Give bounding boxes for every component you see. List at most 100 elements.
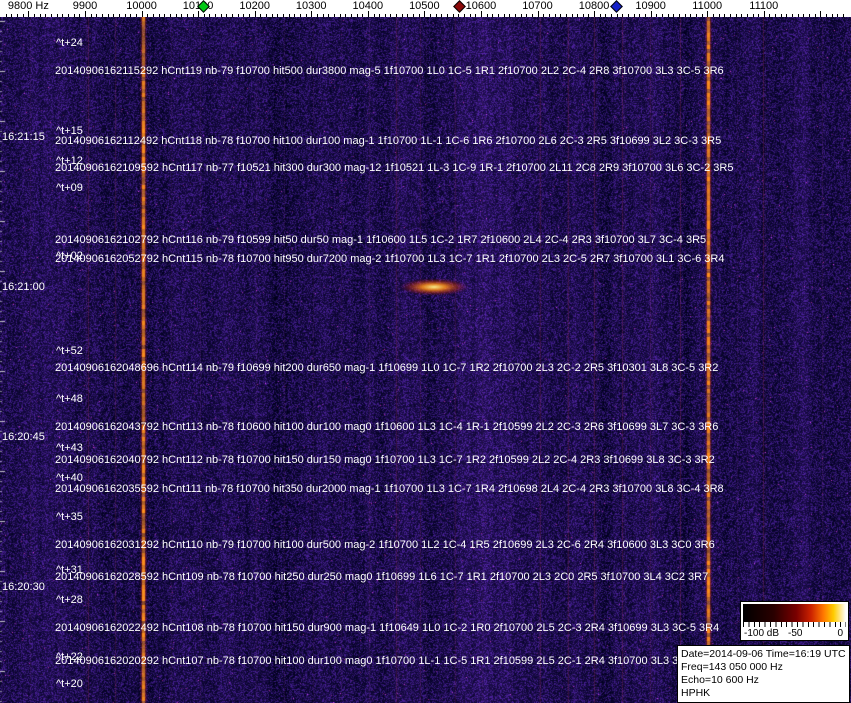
freq-axis-tick: [164, 14, 165, 17]
freq-axis-tick: [487, 14, 488, 17]
freq-axis-tick: [221, 14, 222, 17]
freq-axis-tick: [62, 14, 63, 17]
freq-axis-tick: [396, 14, 397, 17]
freq-axis-tick: [85, 11, 86, 17]
freq-axis-tick: [526, 14, 527, 17]
freq-axis-tick: [57, 14, 58, 17]
freq-axis-tick: [594, 11, 595, 17]
freq-axis-tick: [317, 14, 318, 17]
freq-axis-tick: [639, 14, 640, 17]
freq-axis-tick: [504, 14, 505, 17]
freq-axis-tick: [351, 14, 352, 17]
freq-axis-tick: [226, 14, 227, 17]
color-scale-min-label: -100 dB: [744, 628, 780, 639]
freq-axis-tick: [470, 14, 471, 17]
freq-axis-tick: [283, 14, 284, 17]
freq-axis-tick: [645, 14, 646, 17]
spectrogram-canvas: [0, 17, 851, 703]
freq-axis-tick: [368, 11, 369, 17]
freq-axis-tick: [306, 14, 307, 17]
freq-axis-tick: [538, 11, 539, 17]
freq-axis-tick: [566, 14, 567, 17]
blue-diamond-marker[interactable]: [609, 0, 623, 13]
freq-axis-tick: [402, 14, 403, 17]
freq-axis-tick: [492, 14, 493, 17]
freq-axis-tick: [696, 14, 697, 17]
freq-axis-tick: [147, 14, 148, 17]
freq-axis-tick: [826, 14, 827, 17]
freq-axis-tick: [142, 11, 143, 17]
freq-axis-tick: [198, 11, 199, 17]
freq-axis-tick: [345, 14, 346, 17]
freq-axis-tick: [130, 14, 131, 17]
freq-axis-tick: [843, 14, 844, 17]
freq-axis-tick: [232, 14, 233, 17]
status-info-box: Date=2014-09-06 Time=16:19 UTC Freq=143 …: [677, 645, 850, 703]
freq-axis-tick: [28, 11, 29, 17]
freq-axis-tick: [588, 14, 589, 17]
freq-axis-tick: [91, 14, 92, 17]
color-scale-gradient: [743, 604, 846, 622]
freq-axis-tick: [668, 14, 669, 17]
freq-axis-tick: [600, 14, 601, 17]
freq-axis-tick: [628, 14, 629, 17]
freq-axis-tick: [277, 14, 278, 17]
freq-axis-tick: [662, 14, 663, 17]
freq-axis-tick: [753, 14, 754, 17]
freq-axis-tick: [509, 14, 510, 17]
freq-axis-tick: [685, 14, 686, 17]
freq-axis-tick: [577, 14, 578, 17]
freq-axis-tick: [786, 14, 787, 17]
freq-axis-tick: [724, 14, 725, 17]
freq-axis-tick: [775, 14, 776, 17]
freq-axis-tick: [622, 14, 623, 17]
freq-axis-tick: [690, 14, 691, 17]
freq-axis-tick: [673, 14, 674, 17]
freq-axis-tick: [255, 11, 256, 17]
freq-axis-tick: [769, 14, 770, 17]
freq-axis-tick: [430, 14, 431, 17]
freq-axis-tick: [809, 14, 810, 17]
frequency-axis: 9800 Hz990010000101001020010300104001050…: [0, 0, 851, 17]
freq-axis-tick: [464, 14, 465, 17]
freq-axis-tick: [719, 14, 720, 17]
freq-axis-tick: [543, 14, 544, 17]
freq-axis-tick: [407, 14, 408, 17]
freq-axis-tick: [385, 14, 386, 17]
freq-axis-tick: [656, 14, 657, 17]
red-diamond-marker[interactable]: [452, 0, 466, 13]
freq-axis-tick: [11, 14, 12, 17]
freq-axis-tick: [334, 14, 335, 17]
info-echo-frequency: Echo=10 600 Hz: [681, 674, 759, 686]
freq-axis-tick: [764, 11, 765, 17]
freq-axis-tick: [136, 14, 137, 17]
freq-axis-tick: [153, 14, 154, 17]
freq-axis-tick: [424, 11, 425, 17]
freq-axis-tick: [634, 14, 635, 17]
freq-axis-tick: [736, 14, 737, 17]
freq-axis-tick: [79, 14, 80, 17]
freq-axis-tick: [238, 14, 239, 17]
freq-axis-tick: [68, 14, 69, 17]
freq-axis-tick: [605, 14, 606, 17]
meteor-spectrogram-window: 16:21:15 16:21:00 16:20:45 16:20:30 ^t+24 ^t+…: [0, 0, 851, 703]
info-station-code: HPHK: [681, 687, 711, 699]
color-scale-mid-label: -50: [788, 628, 803, 639]
freq-axis-tick: [820, 11, 821, 17]
freq-axis-tick: [215, 14, 216, 17]
freq-axis-tick: [266, 14, 267, 17]
freq-axis-tick: [260, 14, 261, 17]
freq-axis-tick: [23, 14, 24, 17]
freq-axis-tick: [611, 14, 612, 17]
freq-axis-tick: [96, 14, 97, 17]
freq-axis-tick: [475, 14, 476, 17]
freq-axis-tick: [374, 14, 375, 17]
freq-axis-tick: [730, 14, 731, 17]
freq-axis-tick: [453, 14, 454, 17]
freq-axis-tick: [300, 14, 301, 17]
freq-axis-tick: [181, 14, 182, 17]
color-scale-legend: -100 dB -50 0: [740, 601, 849, 641]
freq-axis-tick: [113, 14, 114, 17]
freq-axis-tick: [311, 11, 312, 17]
freq-axis-tick: [555, 14, 556, 17]
